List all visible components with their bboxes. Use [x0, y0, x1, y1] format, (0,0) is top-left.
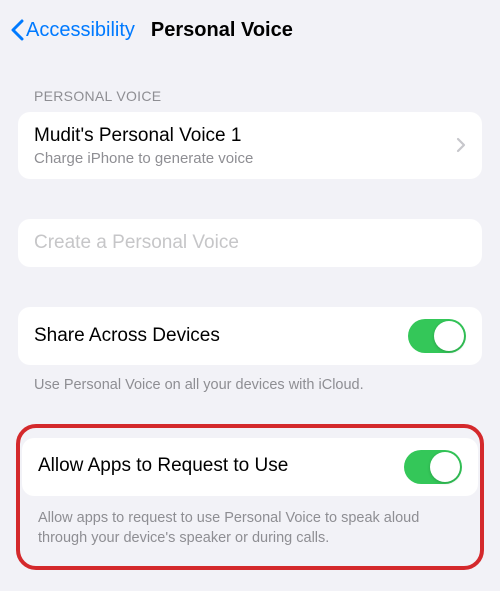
- allow-apps-footer: Allow apps to request to use Personal Vo…: [22, 496, 478, 549]
- allow-apps-toggle[interactable]: [404, 450, 462, 484]
- back-button[interactable]: Accessibility: [10, 19, 135, 42]
- share-devices-row: Share Across Devices: [18, 307, 482, 365]
- back-label: Accessibility: [26, 19, 135, 42]
- share-devices-footer: Use Personal Voice on all your devices w…: [18, 365, 482, 395]
- personal-voice-row[interactable]: Mudit's Personal Voice 1 Charge iPhone t…: [18, 112, 482, 179]
- personal-voice-group: Mudit's Personal Voice 1 Charge iPhone t…: [18, 112, 482, 179]
- toggle-knob: [430, 452, 460, 482]
- toggle-knob: [434, 321, 464, 351]
- allow-apps-group: Allow Apps to Request to Use: [22, 438, 478, 496]
- create-voice-group: Create a Personal Voice: [18, 219, 482, 268]
- highlight-annotation: Allow Apps to Request to Use Allow apps …: [16, 424, 484, 571]
- chevron-left-icon: [10, 19, 24, 41]
- share-devices-toggle[interactable]: [408, 319, 466, 353]
- nav-header: Accessibility Personal Voice: [0, 0, 500, 52]
- share-devices-title: Share Across Devices: [34, 324, 408, 349]
- share-devices-group: Share Across Devices: [18, 307, 482, 365]
- allow-apps-row: Allow Apps to Request to Use: [22, 438, 478, 496]
- create-voice-row[interactable]: Create a Personal Voice: [18, 219, 482, 268]
- allow-apps-title: Allow Apps to Request to Use: [38, 454, 404, 479]
- personal-voice-title: Mudit's Personal Voice 1: [34, 124, 456, 149]
- chevron-right-icon: [456, 137, 466, 153]
- personal-voice-subtitle: Charge iPhone to generate voice: [34, 150, 456, 167]
- section-header-personal-voice: PERSONAL VOICE: [18, 52, 482, 112]
- page-title: Personal Voice: [151, 19, 293, 42]
- create-voice-title: Create a Personal Voice: [34, 231, 466, 256]
